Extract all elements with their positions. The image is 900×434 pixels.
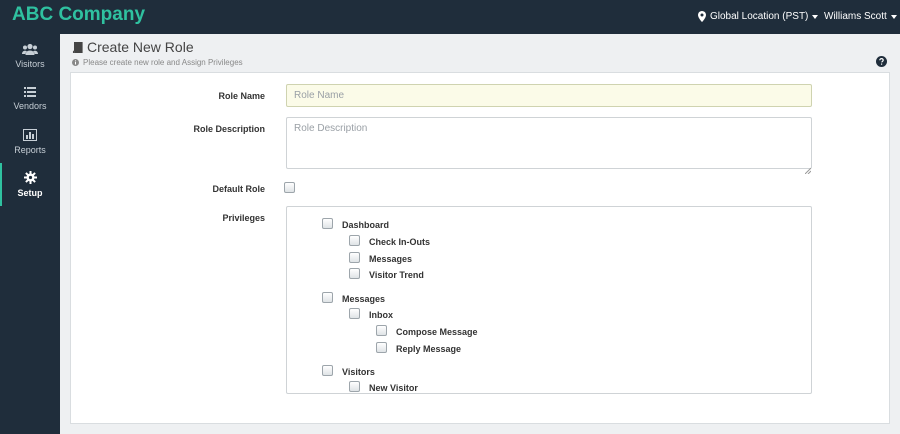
- resize-handle-icon[interactable]: [804, 161, 812, 179]
- book-icon: [72, 41, 83, 53]
- privilege-item-visitors[interactable]: Visitors: [322, 363, 375, 377]
- brand-name[interactable]: ABC Company: [12, 4, 145, 26]
- role-name-input[interactable]: [286, 84, 812, 107]
- info-icon: [72, 59, 79, 66]
- privilege-item-compose-message[interactable]: Compose Message: [376, 323, 478, 337]
- privilege-label: Inbox: [369, 310, 393, 320]
- role-description-label: Role Description: [193, 124, 265, 134]
- help-icon[interactable]: [876, 54, 887, 72]
- privilege-item-inbox[interactable]: Inbox: [349, 306, 393, 320]
- location-dropdown[interactable]: Global Location (PST): [698, 11, 819, 22]
- privilege-label: Compose Message: [396, 327, 478, 337]
- create-role-panel: Role Name Role Description Default Role …: [70, 72, 890, 424]
- default-role-label: Default Role: [212, 184, 265, 194]
- top-bar: ABC Company Global Location (PST) Willia…: [0, 0, 900, 34]
- privilege-item-dashboard[interactable]: Dashboard: [322, 216, 389, 230]
- privilege-item-dashboard-messages[interactable]: Messages: [349, 250, 412, 264]
- page-title-text: Create New Role: [87, 39, 194, 55]
- privilege-checkbox[interactable]: [376, 324, 387, 336]
- privilege-item-messages[interactable]: Messages: [322, 290, 385, 304]
- privilege-checkbox[interactable]: [349, 267, 360, 279]
- privilege-label: Visitors: [342, 367, 375, 377]
- role-description-input[interactable]: [286, 117, 812, 169]
- sidebar-item-vendors[interactable]: Vendors: [0, 77, 60, 120]
- user-name: Williams Scott: [824, 11, 887, 22]
- map-pin-icon: [698, 11, 706, 22]
- gear-icon: [23, 171, 37, 186]
- bar-chart-icon: [23, 128, 37, 143]
- privilege-checkbox[interactable]: [322, 217, 333, 229]
- privilege-checkbox[interactable]: [349, 307, 360, 319]
- sidebar-item-reports[interactable]: Reports: [0, 120, 60, 163]
- sidebar-item-label: Vendors: [13, 100, 47, 111]
- privilege-checkbox[interactable]: [349, 234, 360, 246]
- privilege-label: Messages: [342, 294, 386, 304]
- page-subtitle: Please create new role and Assign Privil…: [72, 58, 243, 67]
- privilege-checkbox[interactable]: [349, 380, 360, 392]
- sidebar-item-label: Reports: [14, 144, 46, 155]
- sidebar-item-setup[interactable]: Setup: [0, 163, 60, 206]
- privilege-label: Messages: [369, 254, 413, 264]
- privilege-item-visitor-trend[interactable]: Visitor Trend: [349, 266, 424, 280]
- privilege-label: Check In-Outs: [369, 237, 431, 247]
- sidebar-item-label: Setup: [17, 188, 43, 198]
- privileges-tree: Dashboard Check In-Outs Messages Visitor…: [286, 206, 812, 394]
- page-title: Create New Role: [72, 39, 243, 55]
- default-role-checkbox[interactable]: [284, 182, 295, 193]
- role-name-label: Role Name: [218, 91, 265, 101]
- chevron-down-icon: [890, 14, 897, 19]
- privilege-item-reply-message[interactable]: Reply Message: [376, 340, 461, 354]
- privileges-label: Privileges: [222, 213, 265, 223]
- privilege-checkbox[interactable]: [322, 364, 333, 376]
- sidebar-item-visitors[interactable]: Visitors: [0, 34, 60, 77]
- privilege-checkbox[interactable]: [322, 291, 333, 303]
- chevron-down-icon: [812, 14, 819, 19]
- privilege-item-check-in-outs[interactable]: Check In-Outs: [349, 233, 430, 247]
- users-icon: [22, 43, 38, 57]
- privilege-label: Reply Message: [396, 344, 462, 354]
- location-label: Global Location (PST): [710, 11, 809, 22]
- privilege-checkbox[interactable]: [376, 341, 387, 353]
- page-header: Create New Role Please create new role a…: [72, 39, 243, 67]
- privilege-label: New Visitor: [369, 383, 418, 393]
- sidebar-item-label: Visitors: [15, 58, 45, 69]
- privilege-label: Dashboard: [342, 220, 390, 230]
- privilege-item-new-visitor[interactable]: New Visitor: [349, 379, 418, 393]
- list-icon: [24, 86, 36, 99]
- sidebar: Visitors Vendors Reports Setup: [0, 34, 60, 434]
- page-subtitle-text: Please create new role and Assign Privil…: [83, 58, 243, 67]
- privilege-label: Visitor Trend: [369, 270, 424, 280]
- user-menu[interactable]: Williams Scott: [824, 11, 897, 22]
- privilege-checkbox[interactable]: [349, 251, 360, 263]
